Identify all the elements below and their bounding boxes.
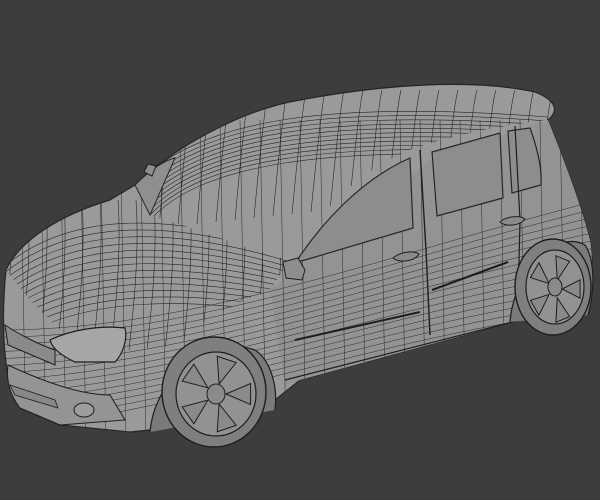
car-wireframe-render (2, 83, 594, 448)
rear-hub (547, 277, 563, 297)
fog-light (73, 402, 95, 418)
front-hub (206, 383, 226, 405)
front-wheel (161, 336, 267, 448)
rear-wheel (514, 238, 592, 336)
3d-viewport[interactable] (0, 0, 600, 500)
car-body (2, 83, 594, 433)
